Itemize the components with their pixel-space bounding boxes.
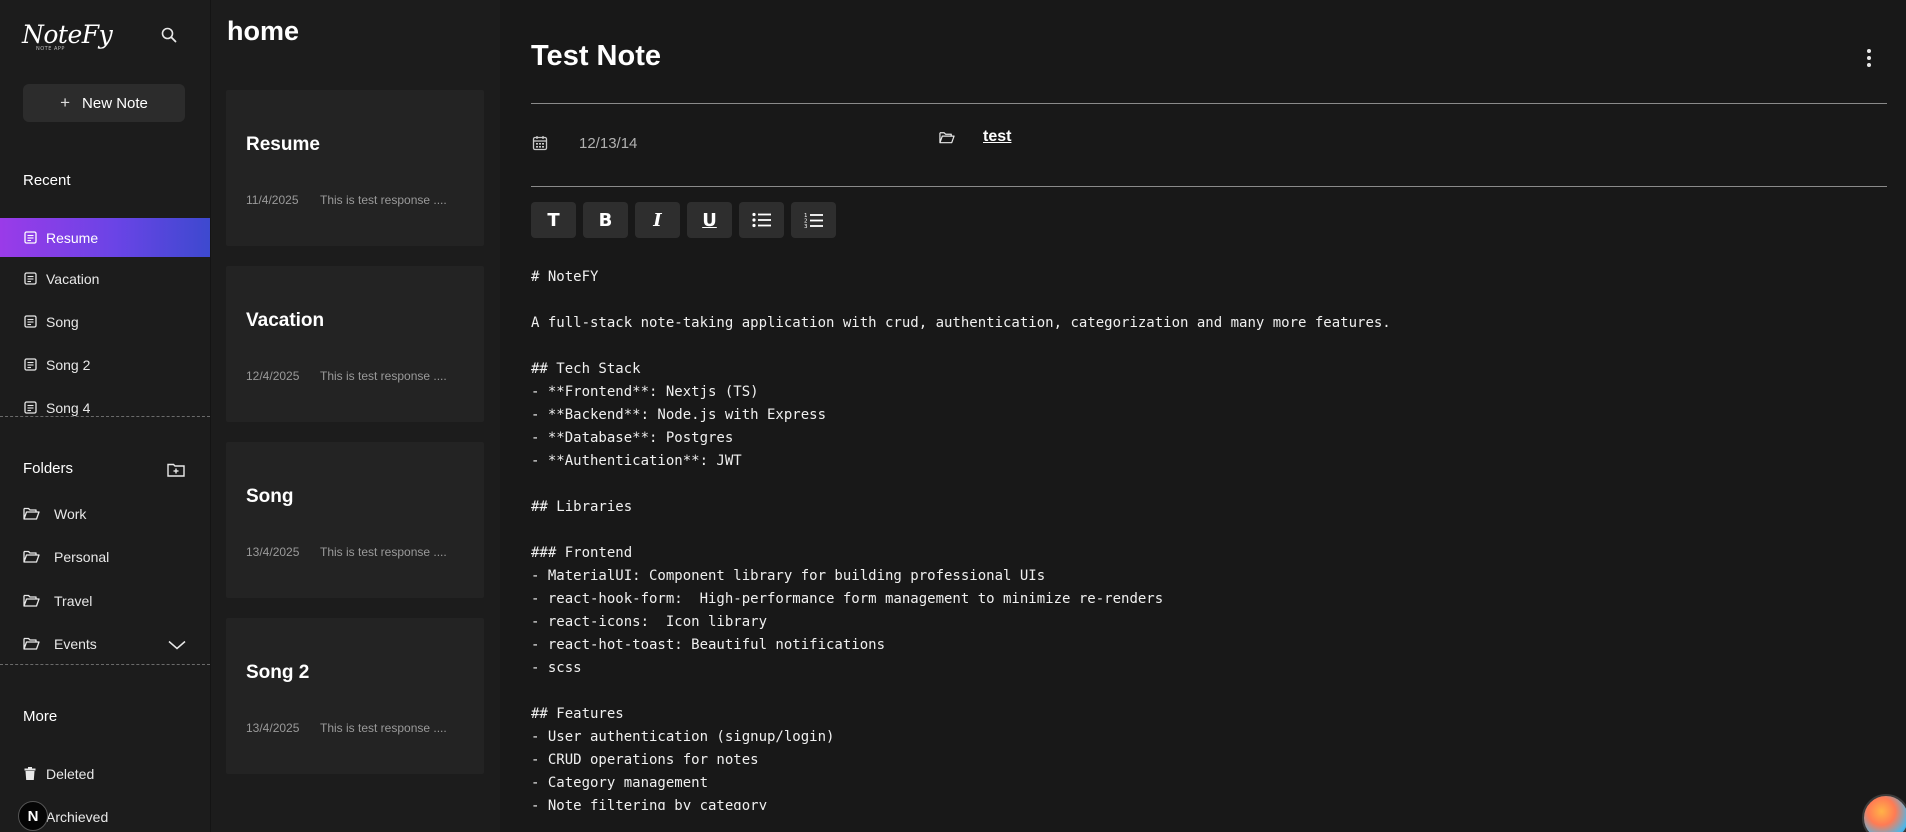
sidebar-divider bbox=[0, 664, 210, 665]
format-toolbar: T B I U 1 2 3 bbox=[531, 202, 836, 238]
kebab-dot bbox=[1867, 63, 1871, 67]
note-card-title: Song 2 bbox=[246, 662, 310, 683]
folder-item-travel[interactable]: Travel bbox=[0, 579, 210, 623]
recent-item-label: Song 4 bbox=[46, 399, 91, 416]
note-card[interactable]: Song 13/4/2025 This is test response ...… bbox=[226, 442, 484, 598]
plus-icon: + bbox=[60, 93, 71, 112]
folder-item-personal[interactable]: Personal bbox=[0, 536, 210, 580]
note-card-date: 13/4/2025 bbox=[246, 545, 300, 559]
italic-button[interactable]: I bbox=[635, 202, 680, 238]
note-card-preview: This is test response .... bbox=[320, 193, 447, 207]
add-folder-button[interactable] bbox=[167, 462, 187, 480]
more-section-title: More bbox=[23, 708, 58, 725]
folder-open-icon bbox=[23, 637, 41, 651]
note-icon bbox=[24, 271, 38, 286]
folders-section-title: Folders bbox=[23, 460, 74, 477]
bold-icon: B bbox=[598, 209, 613, 231]
folder-open-icon bbox=[23, 507, 41, 521]
calendar-icon bbox=[532, 135, 548, 151]
recent-item-label: Song bbox=[46, 313, 79, 330]
note-card-date: 13/4/2025 bbox=[246, 721, 300, 735]
recent-item-label: Resume bbox=[46, 229, 99, 246]
bulleted-list-button[interactable] bbox=[739, 202, 784, 238]
sidebar-divider bbox=[0, 416, 210, 417]
app-logo[interactable]: NoteFy NOTE APP bbox=[22, 20, 113, 52]
more-item-deleted[interactable]: Deleted bbox=[0, 752, 210, 795]
folder-item-label: Personal bbox=[54, 549, 110, 566]
note-title[interactable]: Test Note bbox=[531, 40, 661, 73]
search-icon bbox=[161, 27, 177, 43]
note-folder-link[interactable]: test bbox=[983, 128, 1011, 146]
kebab-dot bbox=[1867, 49, 1871, 53]
text-heading-icon: T bbox=[547, 209, 560, 231]
folder-open-icon bbox=[23, 594, 41, 608]
note-card-preview: This is test response .... bbox=[320, 721, 447, 735]
folder-item-label: Work bbox=[54, 505, 87, 522]
note-card-title: Song bbox=[246, 486, 294, 507]
note-card-title: Resume bbox=[246, 134, 320, 155]
bold-button[interactable]: B bbox=[583, 202, 628, 238]
note-card-date: 12/4/2025 bbox=[246, 369, 300, 383]
more-item-label: Archieved bbox=[46, 808, 109, 825]
svg-text:3: 3 bbox=[804, 224, 808, 229]
italic-icon: I bbox=[653, 209, 662, 231]
recent-item-label: Song 2 bbox=[46, 356, 91, 373]
heading-button[interactable]: T bbox=[531, 202, 576, 238]
folder-open-icon bbox=[939, 131, 955, 145]
bulleted-list-icon bbox=[751, 212, 771, 228]
logo-tagline: NOTE APP bbox=[36, 46, 65, 52]
recent-item-song-4[interactable]: Song 4 bbox=[0, 386, 210, 416]
note-card[interactable]: Resume 11/4/2025 This is test response .… bbox=[226, 90, 484, 246]
folder-item-work[interactable]: Work bbox=[0, 492, 210, 536]
new-note-label: New Note bbox=[82, 94, 148, 112]
sidebar: NoteFy NOTE APP + New Note Recent Resume… bbox=[0, 0, 210, 832]
folder-item-events[interactable]: Events bbox=[0, 623, 210, 667]
dev-tools-badge[interactable]: N bbox=[18, 801, 48, 831]
underline-button[interactable]: U bbox=[687, 202, 732, 238]
user-avatar[interactable] bbox=[1862, 794, 1906, 832]
note-card[interactable]: Song 2 13/4/2025 This is test response .… bbox=[226, 618, 484, 774]
note-editor: Test Note 12/13/14 test T B I U 1 2 3 # … bbox=[500, 0, 1906, 832]
add-folder-icon bbox=[167, 463, 185, 477]
note-card-date: 11/4/2025 bbox=[246, 193, 299, 207]
note-card-preview: This is test response .... bbox=[320, 545, 447, 559]
kebab-dot bbox=[1867, 56, 1871, 60]
logo-text: NoteFy bbox=[22, 20, 113, 49]
numbered-list-button[interactable]: 1 2 3 bbox=[791, 202, 836, 238]
note-card-preview: This is test response .... bbox=[320, 369, 447, 383]
underline-icon: U bbox=[702, 209, 717, 231]
note-icon bbox=[24, 400, 38, 415]
folder-open-icon bbox=[23, 550, 41, 564]
note-card-title: Vacation bbox=[246, 310, 325, 331]
new-note-button[interactable]: + New Note bbox=[23, 84, 185, 122]
notes-panel-heading: home bbox=[227, 16, 300, 46]
folder-item-label: Travel bbox=[54, 592, 93, 609]
note-icon bbox=[24, 314, 38, 329]
note-content-editor[interactable]: # NoteFY A full-stack note-taking applic… bbox=[531, 266, 1887, 810]
recent-item-vacation[interactable]: Vacation bbox=[0, 257, 210, 300]
chevron-down-icon[interactable] bbox=[168, 637, 186, 653]
recent-item-label: Vacation bbox=[46, 270, 100, 287]
note-card[interactable]: Vacation 12/4/2025 This is test response… bbox=[226, 266, 484, 422]
recent-item-resume[interactable]: Resume bbox=[0, 218, 210, 257]
recent-item-song[interactable]: Song bbox=[0, 300, 210, 343]
note-date: 12/13/14 bbox=[579, 135, 638, 152]
note-icon bbox=[24, 230, 38, 245]
folder-item-label: Events bbox=[54, 636, 97, 653]
more-item-label: Deleted bbox=[46, 765, 95, 782]
notes-panel: home Resume 11/4/2025 This is test respo… bbox=[210, 0, 500, 832]
recent-section-title: Recent bbox=[23, 172, 71, 189]
note-icon bbox=[24, 357, 38, 372]
recent-list: Resume Vacation Song Song 2 Song 4 bbox=[0, 218, 210, 416]
numbered-list-icon: 1 2 3 bbox=[804, 213, 823, 229]
recent-item-song-2[interactable]: Song 2 bbox=[0, 343, 210, 386]
meta-divider bbox=[531, 186, 1887, 187]
title-divider bbox=[531, 103, 1887, 104]
trash-icon bbox=[24, 766, 38, 781]
folder-list: Work Personal Travel Events bbox=[0, 492, 210, 666]
search-button[interactable] bbox=[158, 24, 180, 46]
more-options-button[interactable] bbox=[1863, 46, 1875, 70]
